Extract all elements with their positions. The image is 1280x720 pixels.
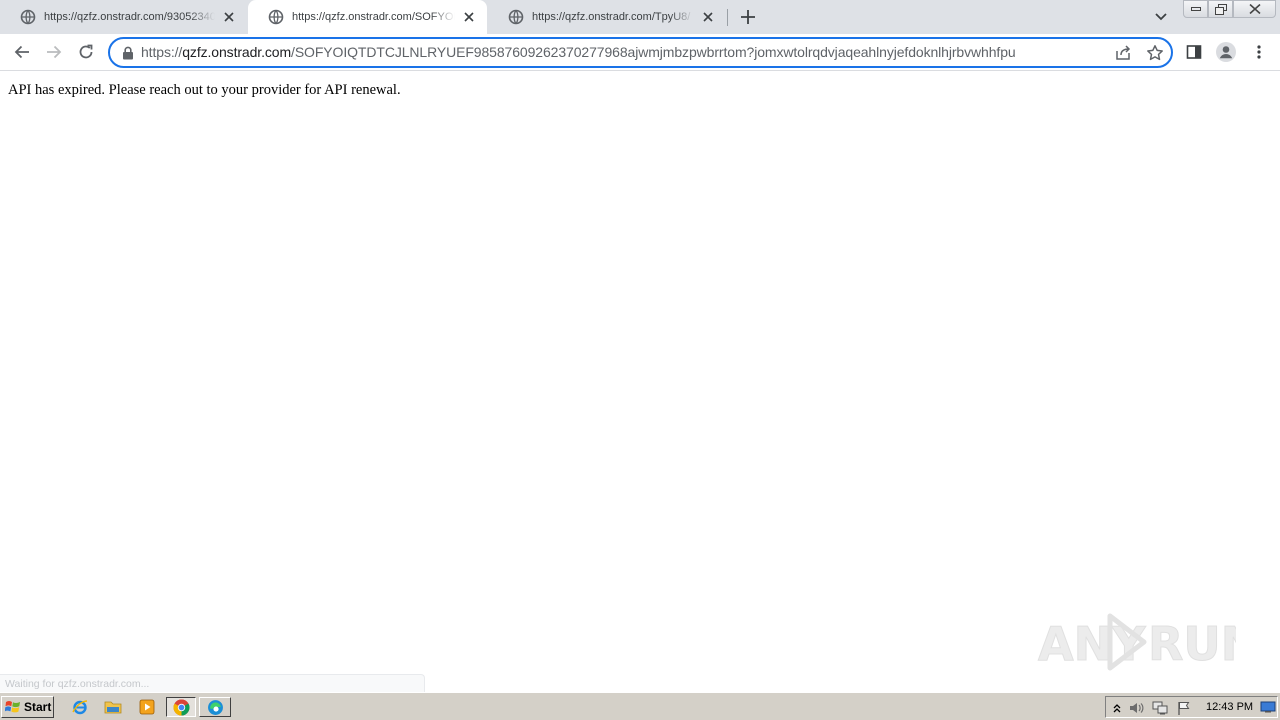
chevron-up-icon [1113, 704, 1121, 713]
edge-taskbar-button[interactable] [199, 697, 231, 717]
chrome-taskbar-button[interactable] [166, 697, 196, 717]
volume-icon [1130, 703, 1144, 713]
forward-button[interactable] [42, 40, 66, 64]
url-path: /SOFYOIQTDTCJLNLRYUEF9858760926237027796… [291, 44, 1016, 60]
anyrun-watermark-logo: ANY RUN [1038, 613, 1236, 672]
tab-2[interactable]: https://qzfz.onstradr.com/SOFYOIQTDTCJLN… [248, 0, 487, 34]
minimize-button[interactable] [1183, 0, 1208, 18]
globe-icon [20, 9, 36, 25]
page-content: API has expired. Please reach out to you… [0, 72, 1280, 692]
folder-icon [104, 701, 122, 714]
address-bar[interactable]: https://qzfz.onstradr.com/SOFYOIQTDTCJLN… [108, 37, 1173, 68]
internet-explorer-icon [72, 700, 88, 715]
taskbar: Start 12:43 PM [0, 692, 1280, 720]
action-center-tray-icon[interactable] [1176, 700, 1192, 716]
tab-1[interactable]: https://qzfz.onstradr.com/930523406 [0, 0, 247, 34]
minimize-icon [1190, 7, 1201, 11]
tab-1-close-icon[interactable] [221, 9, 237, 25]
profile-button[interactable] [1214, 40, 1238, 64]
close-icon [1248, 4, 1261, 14]
reload-icon [79, 44, 93, 59]
window-close-button[interactable] [1233, 0, 1276, 18]
tab-3-title: https://qzfz.onstradr.com/TpyU8/ [532, 11, 691, 23]
share-icon[interactable] [1114, 44, 1132, 62]
status-bubble: Waiting for qzfz.onstradr.com... [0, 674, 425, 692]
url-scheme: https:// [141, 44, 183, 60]
windows-logo-icon [5, 701, 20, 713]
volume-tray-icon[interactable] [1129, 700, 1145, 716]
status-text: Waiting for qzfz.onstradr.com... [5, 678, 150, 690]
arrow-right-icon [47, 45, 62, 59]
tab-3[interactable]: https://qzfz.onstradr.com/TpyU8/ [488, 0, 726, 34]
tray-expand-button[interactable] [1109, 700, 1125, 716]
url-host: qzfz.onstradr.com [182, 44, 292, 60]
tab-2-close-icon[interactable] [461, 9, 477, 25]
url-text: https://qzfz.onstradr.com/SOFYOIQTDTCJLN… [141, 44, 1016, 60]
tab-3-close-icon[interactable] [700, 9, 716, 25]
back-button[interactable] [10, 40, 34, 64]
restore-button[interactable] [1208, 0, 1233, 18]
plus-icon [741, 10, 755, 24]
tab-strip: https://qzfz.onstradr.com/930523406 http… [0, 0, 1280, 34]
ie-taskbar-button[interactable] [69, 697, 91, 717]
tab-separator [727, 9, 728, 26]
start-button[interactable]: Start [1, 696, 54, 718]
arrow-left-icon [14, 45, 29, 59]
show-desktop-button[interactable] [1258, 697, 1278, 717]
media-player-icon [139, 699, 155, 715]
tab-search-button[interactable] [1152, 8, 1170, 26]
avatar-icon [1216, 42, 1236, 62]
clock[interactable]: 12:43 PM [1206, 701, 1253, 713]
lock-icon[interactable] [122, 46, 134, 60]
start-label: Start [24, 700, 52, 714]
bookmark-star-icon[interactable] [1146, 44, 1164, 62]
chevron-down-icon [1155, 13, 1167, 21]
explorer-taskbar-button[interactable] [102, 697, 124, 717]
kebab-menu-icon [1257, 45, 1261, 59]
side-panel-button[interactable] [1182, 40, 1206, 64]
monitor-icon [1260, 701, 1276, 713]
new-tab-button[interactable] [738, 7, 758, 27]
tab-1-title: https://qzfz.onstradr.com/930523406 [44, 11, 215, 23]
system-tray: 12:43 PM [1105, 696, 1278, 718]
tab-2-title: https://qzfz.onstradr.com/SOFYOIQTDTCJLN… [292, 11, 455, 23]
globe-icon [508, 9, 524, 25]
api-expired-message: API has expired. Please reach out to you… [8, 82, 401, 98]
globe-icon [268, 9, 284, 25]
browser-toolbar: https://qzfz.onstradr.com/SOFYOIQTDTCJLN… [0, 34, 1280, 71]
watermark-right-text: RUN [1148, 617, 1236, 671]
edge-icon [207, 699, 223, 715]
flag-icon [1178, 702, 1190, 715]
reload-button[interactable] [74, 40, 98, 64]
network-icon [1152, 701, 1168, 715]
network-tray-icon[interactable] [1152, 700, 1168, 716]
side-panel-icon [1186, 45, 1202, 59]
media-player-taskbar-button[interactable] [136, 697, 158, 717]
menu-button[interactable] [1247, 40, 1271, 64]
watermark-left-text: ANY [1038, 617, 1146, 671]
restore-icon [1214, 3, 1227, 15]
chrome-icon [173, 699, 189, 715]
